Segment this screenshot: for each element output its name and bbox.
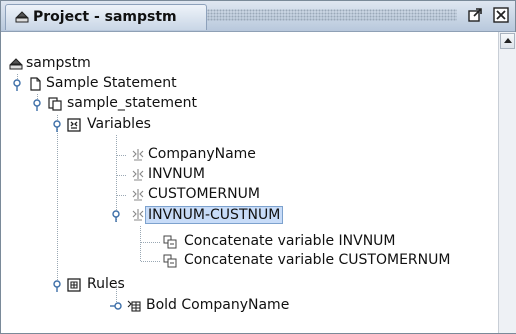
tree-node-rules[interactable]: Rules	[1, 275, 261, 295]
tree-node-label: CompanyName	[148, 146, 256, 162]
tree-node-label: CUSTOMERNUM	[148, 186, 260, 202]
tree-node-root[interactable]: sampstm	[1, 54, 201, 74]
tree-node-label: INVNUM	[148, 166, 205, 182]
drag-grip[interactable]	[207, 9, 457, 21]
tree-node-concatenate[interactable]: Concatenate variable INVNUM	[1, 232, 396, 252]
tree-node-variable[interactable]: CUSTOMERNUM	[1, 185, 301, 205]
tree-node-label: sampstm	[26, 55, 91, 71]
close-icon[interactable]	[492, 6, 510, 24]
concatenate-icon	[163, 235, 177, 249]
expanded-handle-icon[interactable]	[51, 280, 63, 292]
tree-node-concatenate[interactable]: Concatenate variable CUSTOMERNUM	[1, 251, 450, 271]
tree-node-sample-statement-file[interactable]: sample_statement	[1, 94, 261, 114]
variable-icon	[132, 189, 144, 201]
project-window: Project - sampstm sampstm Sample Stateme…	[0, 0, 516, 334]
expanded-handle-icon[interactable]	[110, 210, 122, 222]
expanded-handle-icon[interactable]	[31, 99, 43, 111]
project-tree[interactable]: sampstm Sample Statement sample_statemen…	[1, 32, 498, 333]
tree-node-rule[interactable]: Bold CompanyName	[1, 296, 301, 316]
window-title: Project - sampstm	[33, 9, 177, 25]
rule-icon	[127, 300, 141, 312]
tree-node-variable-selected[interactable]: INVNUM-CUSTNUM	[1, 205, 321, 225]
tree-node-label: Concatenate variable INVNUM	[184, 233, 396, 249]
tree-node-label: INVNUM-CUSTNUM	[145, 206, 284, 224]
expanded-handle-icon[interactable]	[11, 79, 23, 91]
variable-icon	[132, 169, 144, 181]
title-bar[interactable]: Project - sampstm	[1, 1, 515, 32]
project-icon	[15, 11, 29, 23]
variables-folder-icon	[67, 118, 81, 132]
collapsed-handle-icon[interactable]	[110, 300, 122, 312]
variable-icon	[132, 149, 144, 161]
tree-node-variable[interactable]: CompanyName	[1, 145, 301, 165]
tree-node-variables[interactable]: Variables	[1, 115, 261, 135]
scroll-up-button[interactable]	[500, 33, 515, 49]
tree-node-label: Rules	[87, 276, 125, 292]
project-icon	[9, 58, 23, 70]
tree-node-sample-statement[interactable]: Sample Statement	[1, 74, 261, 94]
tree-node-label: Variables	[87, 116, 151, 132]
variable-icon	[132, 209, 144, 221]
concatenate-icon	[163, 254, 177, 268]
rules-folder-icon	[67, 278, 81, 292]
tree-node-label: sample_statement	[67, 95, 197, 111]
project-tab[interactable]: Project - sampstm	[5, 4, 207, 30]
tree-node-variable[interactable]: INVNUM	[1, 165, 301, 185]
tree-node-label: Sample Statement	[46, 75, 177, 91]
copy-document-icon	[48, 97, 62, 111]
expanded-handle-icon[interactable]	[51, 120, 63, 132]
tree-node-label: Bold CompanyName	[146, 297, 290, 313]
tree-node-label: Concatenate variable CUSTOMERNUM	[184, 252, 451, 268]
undock-icon[interactable]	[466, 6, 484, 24]
document-icon	[30, 77, 41, 91]
vertical-scrollbar[interactable]	[498, 32, 516, 333]
